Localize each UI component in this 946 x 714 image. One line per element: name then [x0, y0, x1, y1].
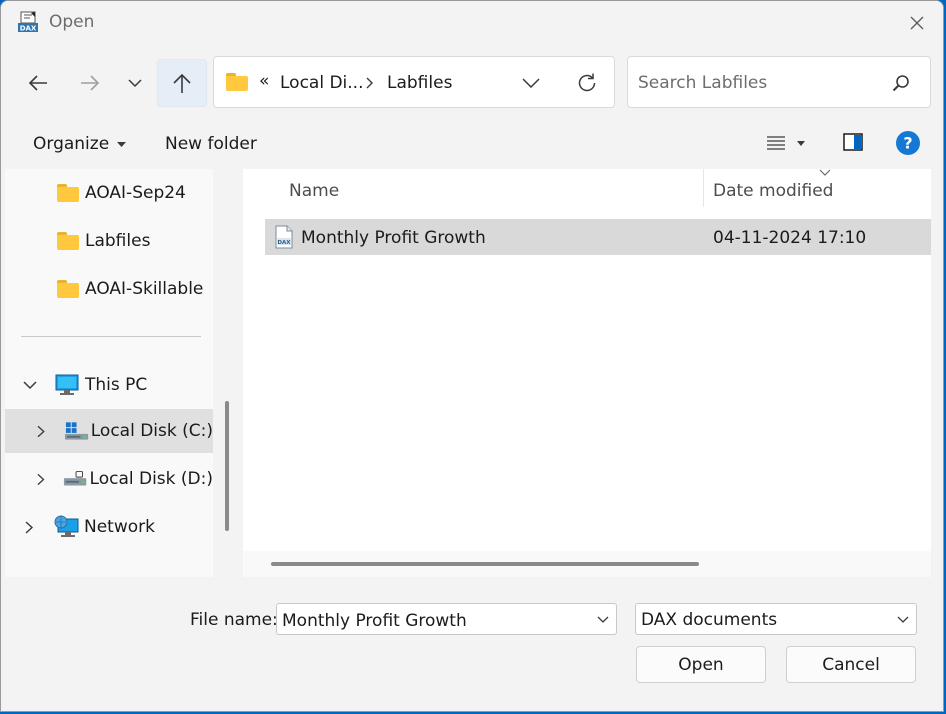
chevron-down-icon[interactable]	[597, 616, 609, 624]
dax-app-icon: DAX	[17, 11, 39, 33]
chevron-down-icon	[128, 79, 142, 88]
sidebar-item-this-pc[interactable]: This PC	[5, 363, 213, 407]
chevron-right-icon[interactable]	[25, 520, 34, 534]
file-type-value: DAX documents	[641, 610, 778, 630]
horizontal-scroll-area	[243, 551, 931, 577]
refresh-button[interactable]	[570, 69, 604, 97]
up-button[interactable]	[157, 59, 207, 107]
help-icon: ?	[896, 131, 920, 155]
chevron-down-icon	[897, 616, 909, 623]
sidebar-item-label: AOAI-Sep24	[85, 183, 186, 203]
sidebar-item-label: Network	[84, 517, 155, 537]
back-button[interactable]	[17, 61, 59, 105]
close-icon	[910, 16, 924, 30]
preview-pane-button[interactable]	[843, 133, 863, 155]
file-name-combobox[interactable]: Monthly Profit Growth	[276, 603, 617, 635]
refresh-icon	[578, 73, 596, 92]
file-name-label: File name:	[190, 610, 278, 630]
sidebar-item-labfiles[interactable]: Labfiles	[5, 219, 213, 263]
recent-locations-button[interactable]	[115, 61, 155, 105]
sidebar-item-label: Local Disk (D:)	[89, 469, 213, 489]
chevron-down-icon[interactable]	[23, 380, 37, 390]
search-input[interactable]: Search Labfiles	[638, 73, 767, 93]
file-list: Name Date modified DAX Monthly Profit Gr…	[243, 169, 931, 551]
svg-text:?: ?	[903, 134, 912, 153]
dax-file-icon: DAX	[275, 225, 293, 249]
svg-text:DAX: DAX	[277, 240, 291, 246]
svg-text:DAX: DAX	[20, 25, 37, 33]
list-view-icon	[767, 136, 785, 150]
close-button[interactable]	[897, 7, 937, 39]
preview-pane-icon	[843, 133, 863, 151]
arrow-left-icon	[28, 75, 47, 91]
forward-button[interactable]	[69, 61, 111, 105]
sidebar-item-aoai-sep24[interactable]: AOAI-Sep24	[5, 171, 213, 215]
chevron-down-icon	[522, 78, 540, 88]
change-view-button[interactable]	[767, 131, 805, 155]
sidebar-item-network[interactable]: Network	[5, 505, 213, 549]
cancel-button[interactable]: Cancel	[786, 646, 916, 683]
network-icon	[54, 515, 79, 537]
chevron-right-icon[interactable]	[37, 473, 45, 486]
search-icon	[892, 75, 909, 92]
windows-drive-icon	[64, 422, 88, 440]
sidebar-item-label: Labfiles	[85, 231, 151, 251]
column-header-name[interactable]: Name	[289, 181, 339, 201]
chevron-right-icon[interactable]	[37, 425, 46, 438]
breadcrumb-labfiles[interactable]: Labfiles	[387, 73, 452, 93]
file-name-input[interactable]: Monthly Profit Growth	[282, 611, 467, 631]
folder-icon	[57, 280, 79, 298]
navigation-pane: AOAI-Sep24 Labfiles AOAI-Skillable This …	[5, 169, 213, 577]
folder-icon	[57, 184, 79, 202]
folder-icon	[226, 73, 248, 91]
organize-label: Organize	[33, 134, 110, 154]
arrow-right-icon	[81, 75, 100, 91]
sidebar-item-aoai-skillable[interactable]: AOAI-Skillable	[5, 267, 213, 311]
sidebar-item-label: Local Disk (C:)	[90, 421, 213, 441]
column-header-date-modified[interactable]: Date modified	[713, 181, 833, 201]
breadcrumb-local-disk[interactable]: Local Di...	[280, 73, 364, 93]
breadcrumb-chevron-icon	[366, 77, 373, 89]
sidebar-item-label: AOAI-Skillable	[85, 279, 204, 299]
address-history-button[interactable]	[514, 69, 548, 97]
sidebar-item-label: This PC	[85, 375, 148, 395]
caret-down-icon	[797, 140, 805, 146]
sidebar-item-local-disk-c[interactable]: Local Disk (C:)	[5, 409, 213, 453]
file-row[interactable]: DAX Monthly Profit Growth 04-11-2024 17:…	[265, 219, 931, 255]
title-bar: DAX Open	[1, 1, 943, 45]
sort-indicator-icon	[819, 169, 831, 176]
caret-down-icon	[117, 141, 127, 147]
file-name: Monthly Profit Growth	[301, 228, 486, 248]
breadcrumb-overflow[interactable]: «	[259, 71, 269, 91]
horizontal-scrollbar[interactable]	[271, 562, 699, 566]
pc-icon	[55, 374, 79, 395]
sidebar-divider	[21, 336, 201, 337]
folder-icon	[57, 232, 79, 250]
sidebar-item-local-disk-d[interactable]: Local Disk (D:)	[5, 457, 213, 501]
new-folder-button[interactable]: New folder	[165, 134, 257, 154]
open-button[interactable]: Open	[636, 646, 766, 683]
address-bar[interactable]: « Local Di... Labfiles	[213, 56, 615, 108]
sidebar-scrollbar[interactable]	[225, 401, 229, 531]
help-button[interactable]: ?	[895, 130, 921, 160]
search-box[interactable]: Search Labfiles	[627, 56, 931, 108]
open-dialog: DAX Open « Local Di... Labfiles Search L…	[0, 0, 944, 712]
window-title: Open	[49, 12, 95, 32]
file-date-modified: 04-11-2024 17:10	[713, 228, 867, 248]
arrow-up-icon	[173, 73, 191, 93]
organize-button[interactable]: Organize	[33, 134, 127, 154]
file-type-select[interactable]: DAX documents	[635, 603, 917, 635]
column-divider[interactable]	[703, 169, 704, 207]
drive-icon	[64, 471, 87, 486]
